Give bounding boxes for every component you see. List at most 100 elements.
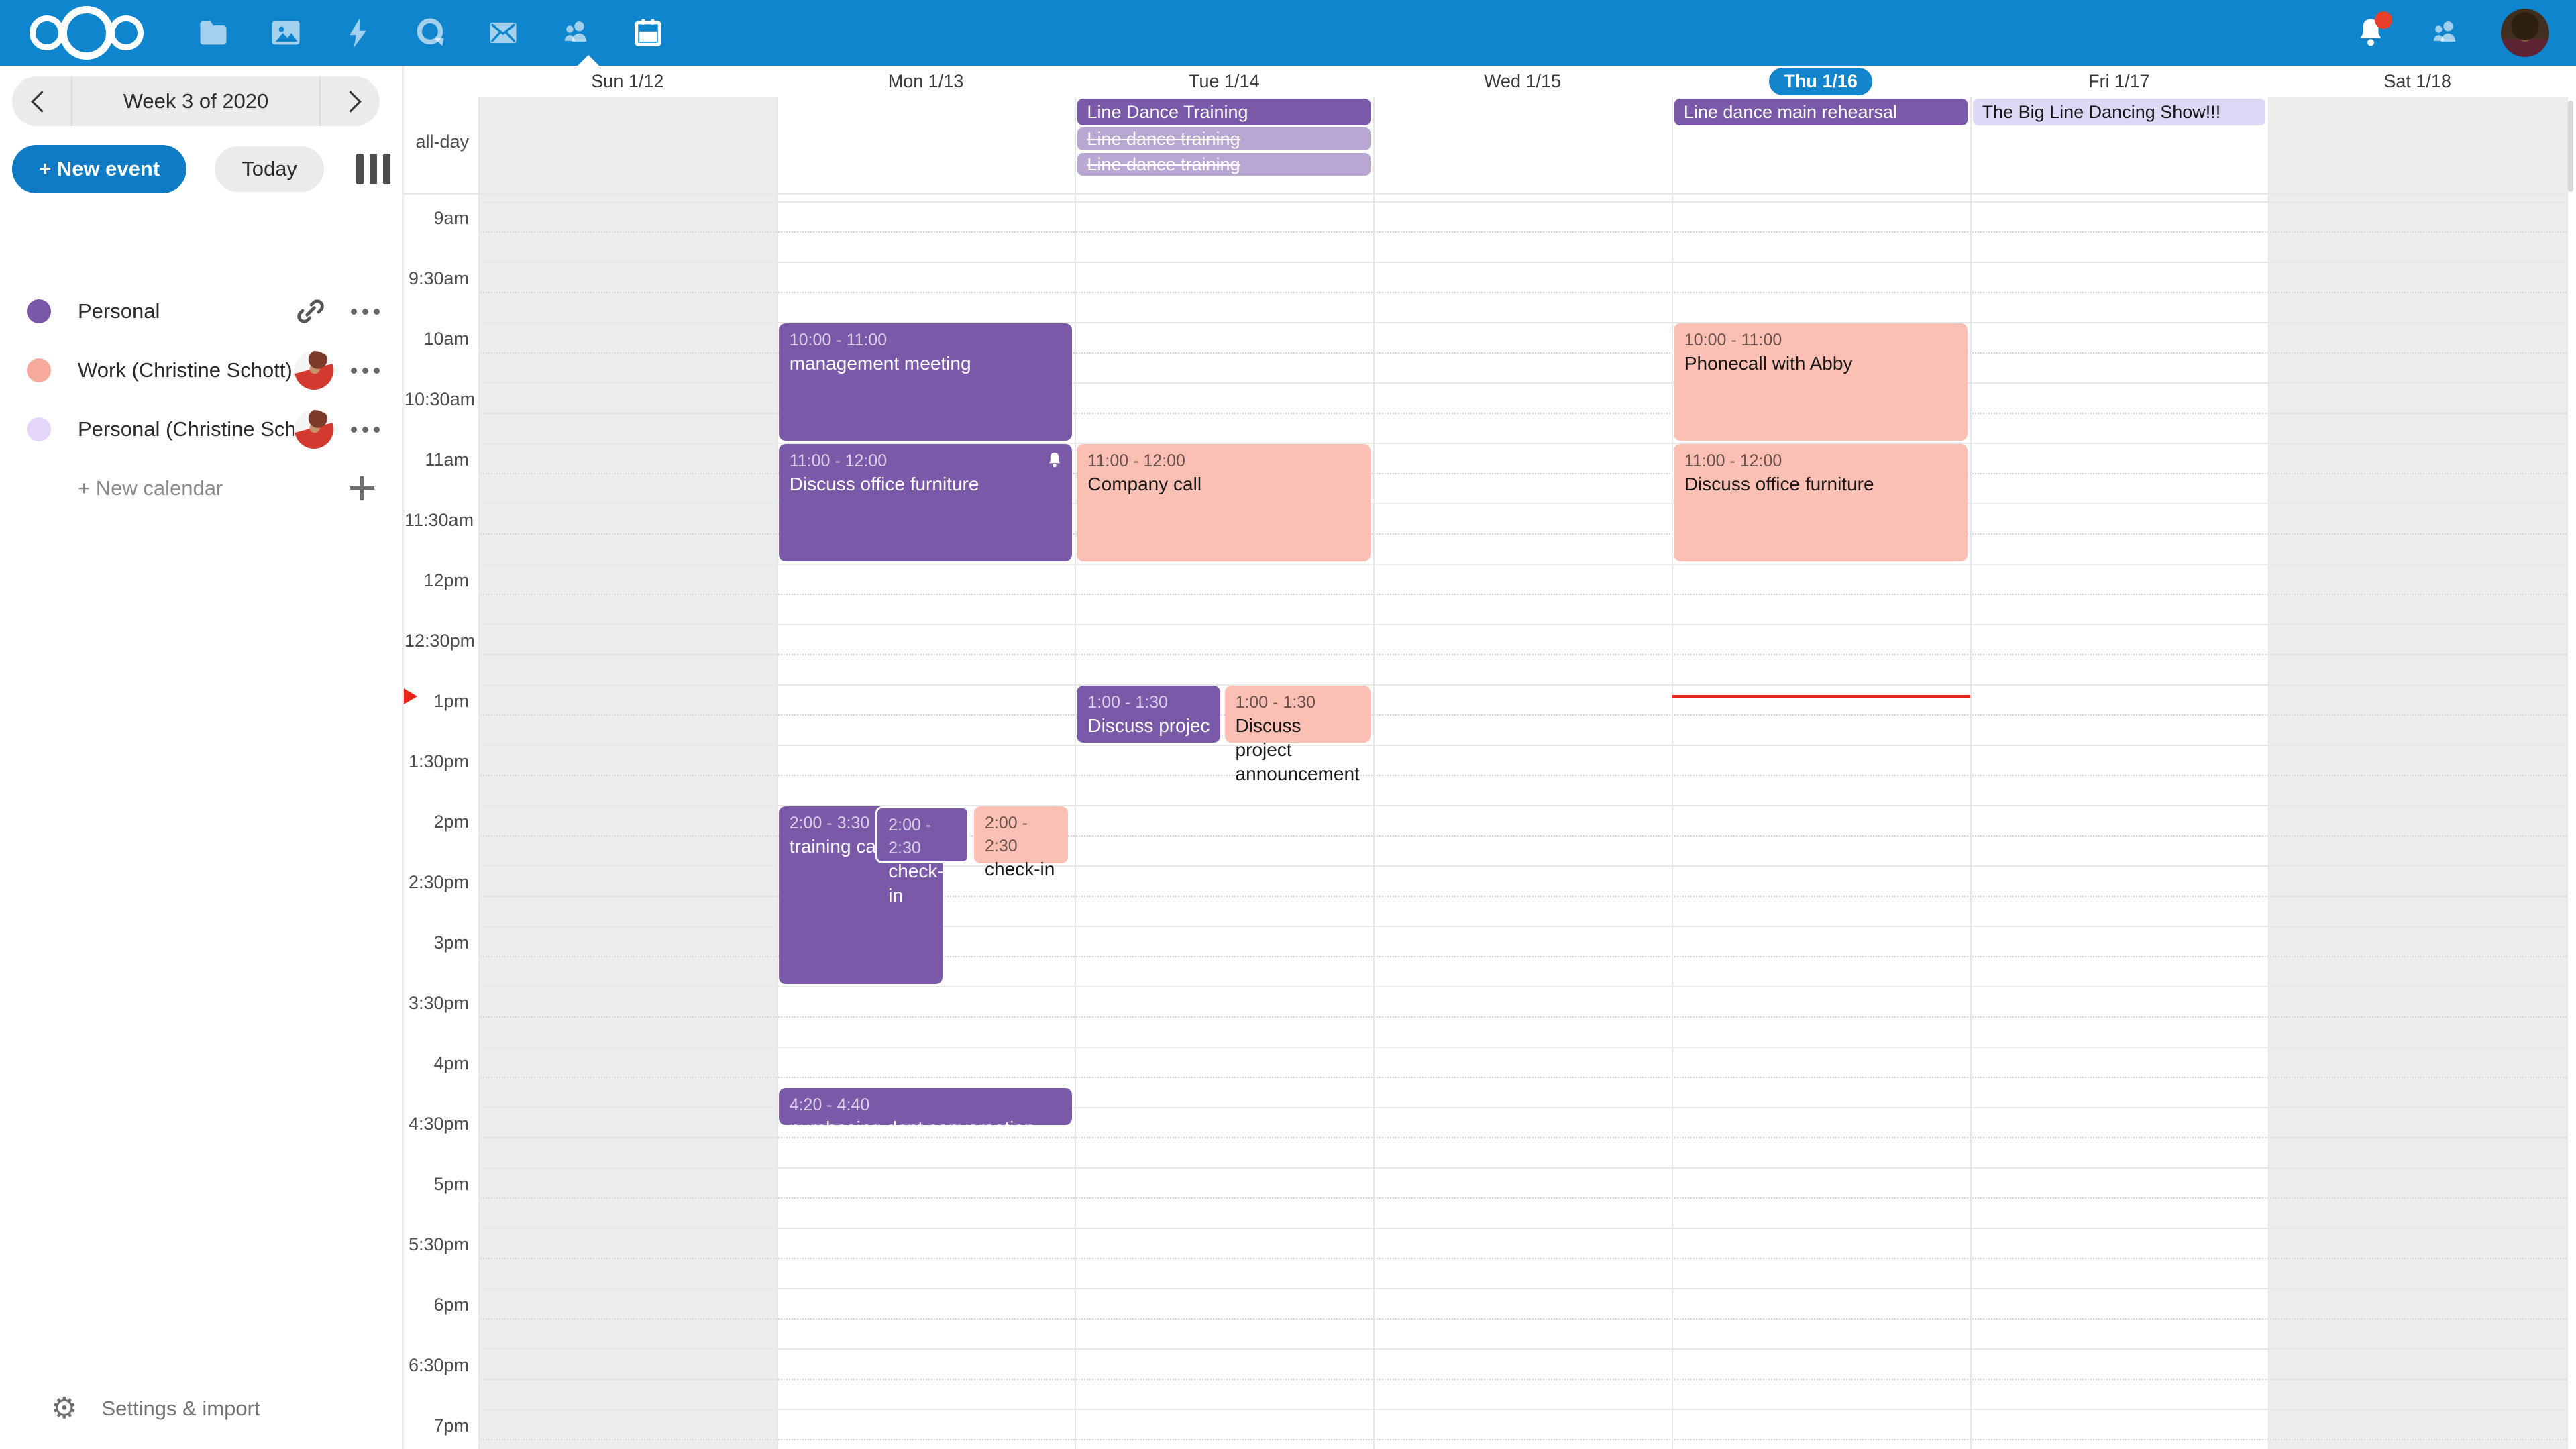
allday-event[interactable]: Line dance main rehearsal [1674, 99, 1968, 125]
mail-icon[interactable] [467, 0, 539, 66]
allday-event-title: Line dance training [1087, 129, 1240, 150]
event-time: 2:00 - 2:30 [985, 812, 1057, 857]
calendar-list-item[interactable]: Personal [0, 282, 402, 341]
calendar-event[interactable]: 2:00 - 2:30 check-in [875, 806, 969, 863]
day-header-label: Thu 1/16 [1769, 68, 1872, 95]
contacts-menu-icon[interactable] [2427, 15, 2462, 50]
calendar-event[interactable]: 1:00 - 1:30 Discuss project announcement [1225, 686, 1371, 743]
share-link-icon[interactable] [293, 294, 328, 329]
time-axis-label: 12:30pm [405, 631, 469, 651]
calendar-event[interactable]: 2:00 - 2:30 check-in [974, 806, 1068, 863]
allday-event[interactable]: Line dance training [1077, 127, 1371, 150]
allday-event-title: Line Dance Training [1087, 102, 1248, 123]
calendar-list-item[interactable]: Work (Christine Schott) [0, 341, 402, 400]
today-button[interactable]: Today [215, 146, 324, 192]
next-week-button[interactable] [319, 76, 380, 126]
calendar-event[interactable]: 4:20 - 4:40 purchasing dept conversation [779, 1088, 1073, 1125]
calendar-icon[interactable] [612, 0, 684, 66]
time-axis-label: 6pm [405, 1295, 469, 1316]
shared-by-avatar [294, 351, 333, 390]
calendar-app: Week 3 of 2020 + New event Today Persona… [0, 0, 2576, 1449]
new-event-button[interactable]: + New event [12, 145, 186, 193]
event-title: Discuss office furniture [790, 472, 1062, 496]
allday-event[interactable]: The Big Line Dancing Show!!! [1973, 99, 2266, 125]
event-time: 11:00 - 12:00 [1087, 449, 1360, 472]
plus-icon [349, 475, 376, 502]
files-icon[interactable] [177, 0, 250, 66]
event-time: 11:00 - 12:00 [1684, 449, 1957, 472]
event-time: 11:00 - 12:00 [790, 449, 1062, 472]
allday-event[interactable]: Line dance training [1077, 153, 1371, 176]
day-header-label: Fri 1/17 [2088, 71, 2150, 92]
day-header-label: Tue 1/14 [1189, 71, 1260, 92]
allday-event[interactable]: Line Dance Training [1077, 99, 1371, 125]
day-header-row: Sun 1/12Mon 1/13 Tue 1/14 Wed 1/15 Thu 1/16… [402, 66, 2576, 97]
time-axis-label: 4pm [405, 1053, 469, 1074]
calendar-name: Personal [78, 299, 293, 323]
talk-icon[interactable] [394, 0, 467, 66]
day-header[interactable]: Tue 1/14 [1075, 66, 1373, 97]
calendar-name: Personal (Christine Scho… [78, 417, 294, 441]
previous-week-button[interactable] [12, 76, 72, 126]
chevron-left-icon [31, 91, 53, 113]
day-header[interactable]: Fri 1/17 [1970, 66, 2269, 97]
allday-event-title: Line dance training [1087, 154, 1240, 175]
event-time: 1:00 - 1:30 [1087, 691, 1209, 714]
notification-bell-icon[interactable] [2353, 15, 2388, 50]
time-axis-label: 1:30pm [405, 751, 469, 772]
event-title: Discuss office furniture [1684, 472, 1957, 496]
week-navigation: Week 3 of 2020 [12, 76, 380, 126]
view-switcher-icon[interactable] [356, 154, 390, 184]
calendar-menu-icon[interactable] [351, 309, 380, 315]
event-time: 2:00 - 2:30 [888, 814, 957, 859]
settings-import-button[interactable]: ⚙ Settings & import [0, 1382, 402, 1436]
user-avatar[interactable] [2501, 9, 2549, 57]
time-axis-label: 11:30am [405, 510, 469, 531]
day-header-label: Wed 1/15 [1484, 71, 1561, 92]
calendar-event[interactable]: 11:00 - 12:00 Discuss office furniture [1674, 444, 1968, 561]
day-header[interactable]: Thu 1/16 [1672, 66, 1970, 97]
day-header[interactable]: Sun 1/12 [478, 66, 777, 97]
nextcloud-logo-icon[interactable] [30, 6, 144, 60]
settings-label: Settings & import [101, 1397, 260, 1421]
calendar-event[interactable]: 1:00 - 1:30 Discuss project announcement [1077, 686, 1220, 743]
sidebar: Week 3 of 2020 + New event Today Persona… [0, 66, 404, 1449]
new-calendar-button[interactable]: + New calendar [0, 459, 402, 518]
weekend-shade [2268, 97, 2567, 1449]
calendar-event[interactable]: 11:00 - 12:00 Company call [1077, 444, 1371, 561]
calendar-event[interactable]: 11:00 - 12:00 Discuss office furniture [779, 444, 1073, 561]
activity-icon[interactable] [322, 0, 394, 66]
day-header-label: Sat 1/18 [2383, 71, 2451, 92]
calendar-list-item[interactable]: Personal (Christine Scho… [0, 400, 402, 459]
alarm-bell-icon [1045, 451, 1064, 470]
current-time-line [1672, 695, 1970, 698]
time-axis-label: 11am [405, 449, 469, 470]
calendar-color-dot [27, 358, 51, 382]
day-header[interactable]: Mon 1/13 [777, 66, 1075, 97]
scrollbar-thumb [2568, 101, 2573, 192]
current-time-arrow-icon [402, 688, 417, 705]
time-axis-label: 3pm [405, 932, 469, 953]
event-time: 4:20 - 4:40 [790, 1093, 1062, 1116]
event-time: 10:00 - 11:00 [790, 329, 1062, 352]
event-time: 1:00 - 1:30 [1236, 691, 1360, 714]
calendar-color-dot [27, 417, 51, 441]
contacts-icon[interactable] [539, 0, 612, 66]
event-title: Phonecall with Abby [1684, 352, 1957, 376]
photos-icon[interactable] [250, 0, 322, 66]
time-axis-label: 7pm [405, 1415, 469, 1436]
calendar-event[interactable]: 10:00 - 11:00 Phonecall with Abby [1674, 323, 1968, 441]
notification-dot [2375, 11, 2392, 29]
gear-icon: ⚙ [51, 1394, 77, 1424]
time-axis-label: 4:30pm [405, 1114, 469, 1134]
calendar-name: Work (Christine Schott) [78, 358, 294, 382]
calendar-menu-icon[interactable] [351, 427, 380, 433]
event-title: Discuss project announcement [1087, 714, 1209, 738]
day-header[interactable]: Sat 1/18 [2268, 66, 2567, 97]
week-title[interactable]: Week 3 of 2020 [72, 89, 319, 113]
day-header[interactable]: Wed 1/15 [1373, 66, 1672, 97]
time-axis-label: 9am [405, 208, 469, 229]
calendar-event[interactable]: 10:00 - 11:00 management meeting [779, 323, 1073, 441]
event-title: check-in [888, 859, 957, 908]
calendar-menu-icon[interactable] [351, 368, 380, 374]
